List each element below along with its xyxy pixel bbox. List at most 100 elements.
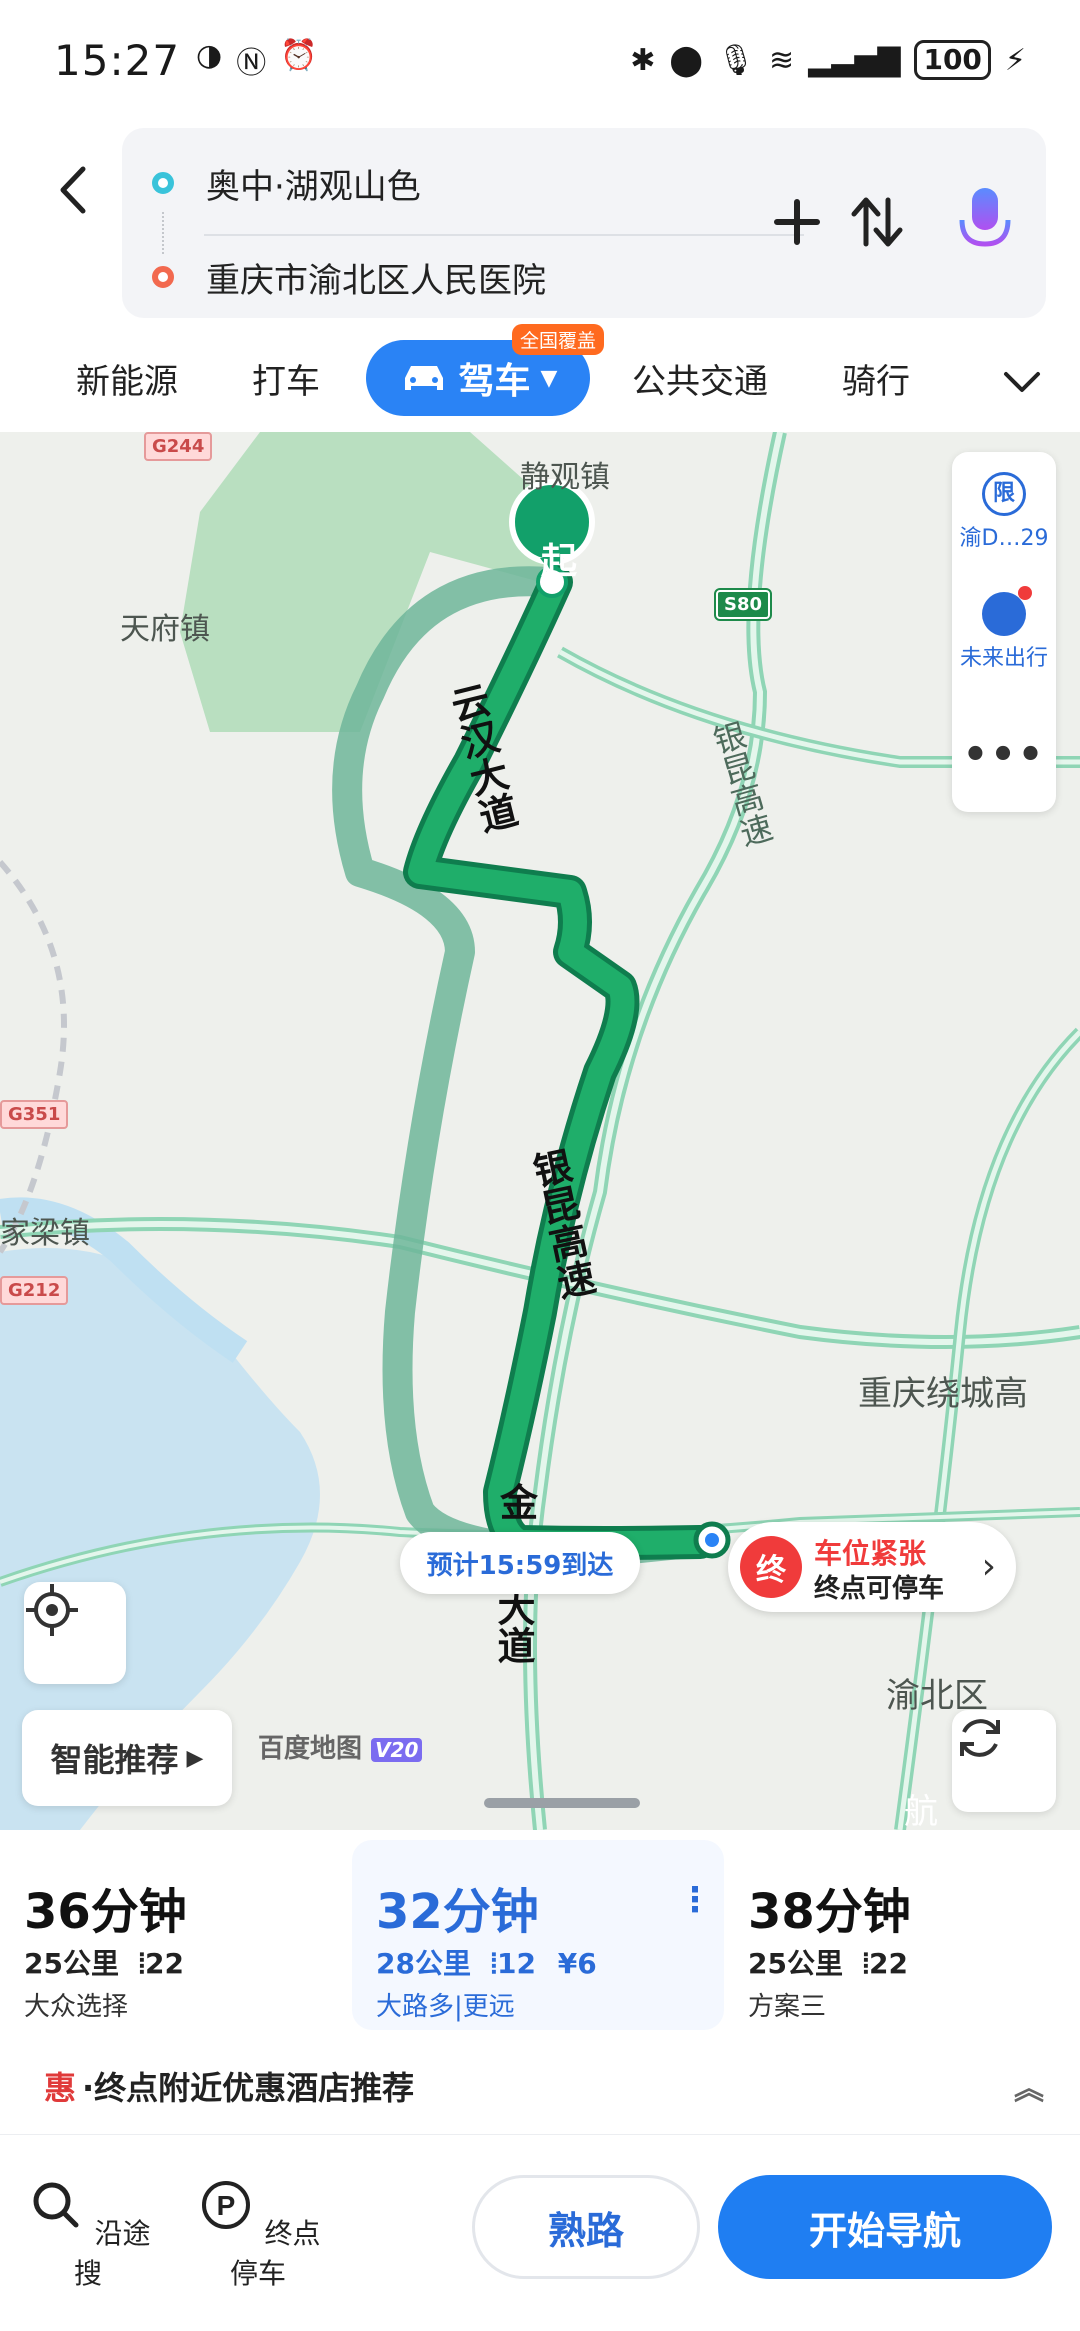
locate-button[interactable] <box>24 1582 126 1684</box>
end-text: 重庆市渝北区人民医院 <box>206 260 546 301</box>
route-header: 奥中·湖观山色 重庆市渝北区人民医院 <box>0 120 1080 330</box>
more-options-icon[interactable]: ••• <box>952 732 1056 778</box>
more-tabs-button[interactable] <box>1000 360 1044 404</box>
tab-cycling[interactable]: 骑行 <box>842 354 910 410</box>
tab-drive-label: 驾车 <box>458 361 531 402</box>
refresh-route-button[interactable] <box>952 1710 1056 1812</box>
route-meta: 28公里 ⦙12 ¥6 <box>376 1947 597 1980</box>
mode-tabs: 新能源 打车 驾车 ▼ 全国覆盖 公共交通 骑行 <box>0 324 1080 430</box>
tab-new-energy[interactable]: 新能源 <box>76 354 178 410</box>
notification-icon: ◑ <box>196 38 223 73</box>
search-along-label: 沿途搜 <box>73 2217 151 2290</box>
smart-recommend-button[interactable]: 智能推荐 ▶ <box>22 1710 232 1806</box>
chevron-left-icon <box>60 166 86 214</box>
charging-icon: ⚡ <box>1004 42 1026 78</box>
shield-g351: G351 <box>0 1100 69 1129</box>
route-option-2[interactable]: 32分钟 28公里 ⦙12 ¥6 大路多|更远 ⋮ <box>352 1840 724 2030</box>
car-icon <box>404 366 443 390</box>
route-duration: 36分钟 <box>24 1884 187 1940</box>
map-label-ring-expressway: 重庆绕城高 <box>858 1374 1028 1414</box>
traffic-limit-button[interactable]: 限 渝D…29 <box>952 472 1056 552</box>
future-trip-button[interactable]: 未来出行 <box>952 586 1056 672</box>
promo-text: ·终点附近优惠酒店推荐 <box>82 2069 415 2107</box>
sheet-drag-handle[interactable] <box>484 1798 640 1808</box>
road-label-jin: 金 <box>500 1481 539 1525</box>
nfc-icon: Ⓝ <box>236 46 267 81</box>
start-field[interactable]: 奥中·湖观山色 <box>152 148 421 218</box>
smart-recommend-label: 智能推荐 <box>50 1741 179 1779</box>
route-meta: 25公里 ⦙22 <box>24 1947 184 1980</box>
crosshair-icon <box>26 1584 78 1636</box>
toll-cost: ¥6 <box>557 1947 597 1980</box>
route-option-1[interactable]: 36分钟 25公里 ⦙22 大众选择 <box>24 1840 344 2030</box>
route-input-box: 奥中·湖观山色 重庆市渝北区人民医院 <box>122 128 1046 318</box>
mic-status-icon: 🎙 <box>716 42 756 78</box>
destination-parking-pill[interactable]: 终 车位紧张 终点可停车 › <box>728 1522 1016 1612</box>
tab-public-transit[interactable]: 公共交通 <box>632 354 768 410</box>
clock-icon <box>982 586 1032 636</box>
back-button[interactable] <box>42 150 102 230</box>
tab-taxi[interactable]: 打车 <box>252 354 320 410</box>
search-along-button[interactable]: 沿途搜 <box>18 2175 158 2292</box>
chevron-down-icon <box>1004 372 1040 392</box>
dropdown-triangle-icon: ▼ <box>540 365 558 391</box>
location-icon: ⬤ <box>669 42 703 78</box>
map-label-jingguan: 静观镇 <box>520 460 610 495</box>
status-bar: 15:27 ◑ Ⓝ ⏰ ✱ ⬤ 🎙 ≋ ▂▃▅▇ 100 ⚡ <box>0 0 1080 120</box>
map-label-jialiang: 家梁镇 <box>0 1216 90 1251</box>
parking-icon: P <box>201 2181 250 2229</box>
route-tag: 方案三 <box>748 1992 827 2022</box>
promo-icon: 惠 <box>44 2069 77 2107</box>
end-dot-icon <box>152 266 174 288</box>
destination-parking-button[interactable]: P 终点停车 <box>188 2175 328 2292</box>
shield-s80: S80 <box>713 588 773 621</box>
parking-status: 车位紧张 <box>814 1537 927 1570</box>
play-triangle-icon: ▶ <box>186 1745 204 1771</box>
start-navigation-button[interactable]: 开始导航 <box>718 2175 1052 2279</box>
map-label-hang: 航 <box>904 1792 938 1830</box>
hotel-promo-banner[interactable]: 惠 ·终点附近优惠酒店推荐 ︽ <box>44 2056 1044 2116</box>
route-options-sheet: 36分钟 25公里 ⦙22 大众选择 32分钟 28公里 ⦙12 ¥6 大路多|… <box>0 1830 1080 2330</box>
map-label-tianfu: 天府镇 <box>120 612 210 647</box>
swap-button[interactable] <box>842 182 912 262</box>
wifi-icon: ≋ <box>769 42 795 78</box>
start-text: 奥中·湖观山色 <box>206 166 421 207</box>
coverage-badge: 全国覆盖 <box>512 324 605 355</box>
end-marker-icon: 终 <box>740 1536 802 1598</box>
add-waypoint-button[interactable] <box>762 182 832 262</box>
chevron-double-up-icon[interactable]: ︽ <box>1014 2064 1044 2108</box>
shield-g244: G244 <box>144 432 213 461</box>
chevron-right-icon: › <box>981 1546 996 1587</box>
map-view[interactable]: 起 静观镇 天府镇 家梁镇 渝北区 重庆绕城高 航 云汉大道 银昆高速 金 大道… <box>0 432 1080 1830</box>
route-duration: 32分钟 <box>376 1884 539 1940</box>
start-marker-label[interactable]: 起 <box>541 532 577 584</box>
voice-button[interactable] <box>950 174 1020 270</box>
map-side-panel: 限 渝D…29 未来出行 ••• <box>952 452 1056 812</box>
shield-g212: G212 <box>0 1276 69 1305</box>
route-more-icon[interactable]: ⋮ <box>678 1880 712 1920</box>
status-time: 15:27 <box>54 35 181 85</box>
end-field[interactable]: 重庆市渝北区人民医院 <box>152 242 546 312</box>
map-logo: 百度地图 V20 <box>258 1728 423 1765</box>
route-tag: 大众选择 <box>24 1992 129 2022</box>
refresh-icon <box>960 1719 1000 1757</box>
route-meta: 25公里 ⦙22 <box>748 1947 908 1980</box>
alarm-icon: ⏰ <box>280 38 318 73</box>
eta-label: 预计15:59到达 <box>400 1532 640 1594</box>
parking-hint: 终点可停车 <box>814 1574 945 1604</box>
battery-indicator: 100 <box>914 40 991 80</box>
bottom-action-bar: 沿途搜 P 终点停车 熟路 开始导航 <box>0 2134 1080 2330</box>
route-option-3[interactable]: 38分钟 25公里 ⦙22 方案三 <box>748 1840 1068 2030</box>
route-duration: 38分钟 <box>748 1884 911 1940</box>
road-label-dadao: 大道 <box>491 1588 535 1664</box>
microphone-icon <box>959 188 1011 256</box>
swap-icon <box>851 197 903 247</box>
limit-label: 渝D…29 <box>959 526 1049 551</box>
svg-text:P: P <box>216 2190 235 2221</box>
limit-icon: 限 <box>982 472 1026 516</box>
plus-icon <box>774 199 820 245</box>
route-tag: 大路多|更远 <box>376 1992 515 2022</box>
signal-icon: ▂▃▅▇ <box>808 42 901 78</box>
bluetooth-icon: ✱ <box>630 42 656 78</box>
familiar-route-button[interactable]: 熟路 <box>472 2175 700 2279</box>
